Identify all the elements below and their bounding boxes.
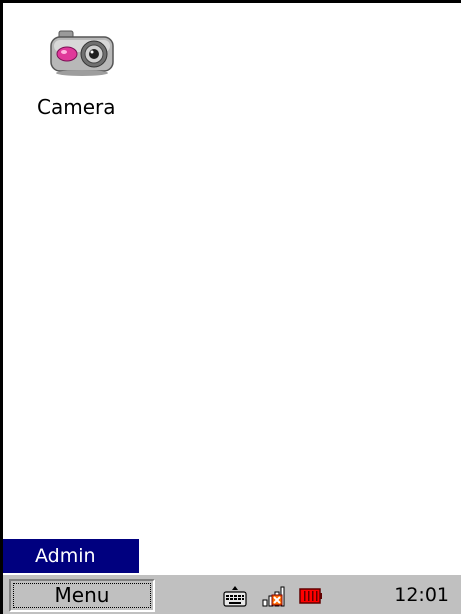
clock[interactable]: 12:01 [394,579,449,612]
device-screen: Camera Admin Menu 12:01 [3,3,461,614]
keyboard-icon[interactable] [223,584,247,608]
taskbar: Menu 12:01 [3,573,461,614]
desktop: Camera Admin [3,3,461,573]
menu-button[interactable]: Menu [9,579,155,612]
desktop-shortcut-camera[interactable]: Camera [29,25,129,125]
camera-icon [49,25,115,77]
system-tray [223,579,337,612]
network-icon[interactable] [261,584,285,608]
battery-icon[interactable] [299,584,323,608]
desktop-shortcut-label: Camera [37,95,116,119]
user-badge: Admin [3,539,139,573]
